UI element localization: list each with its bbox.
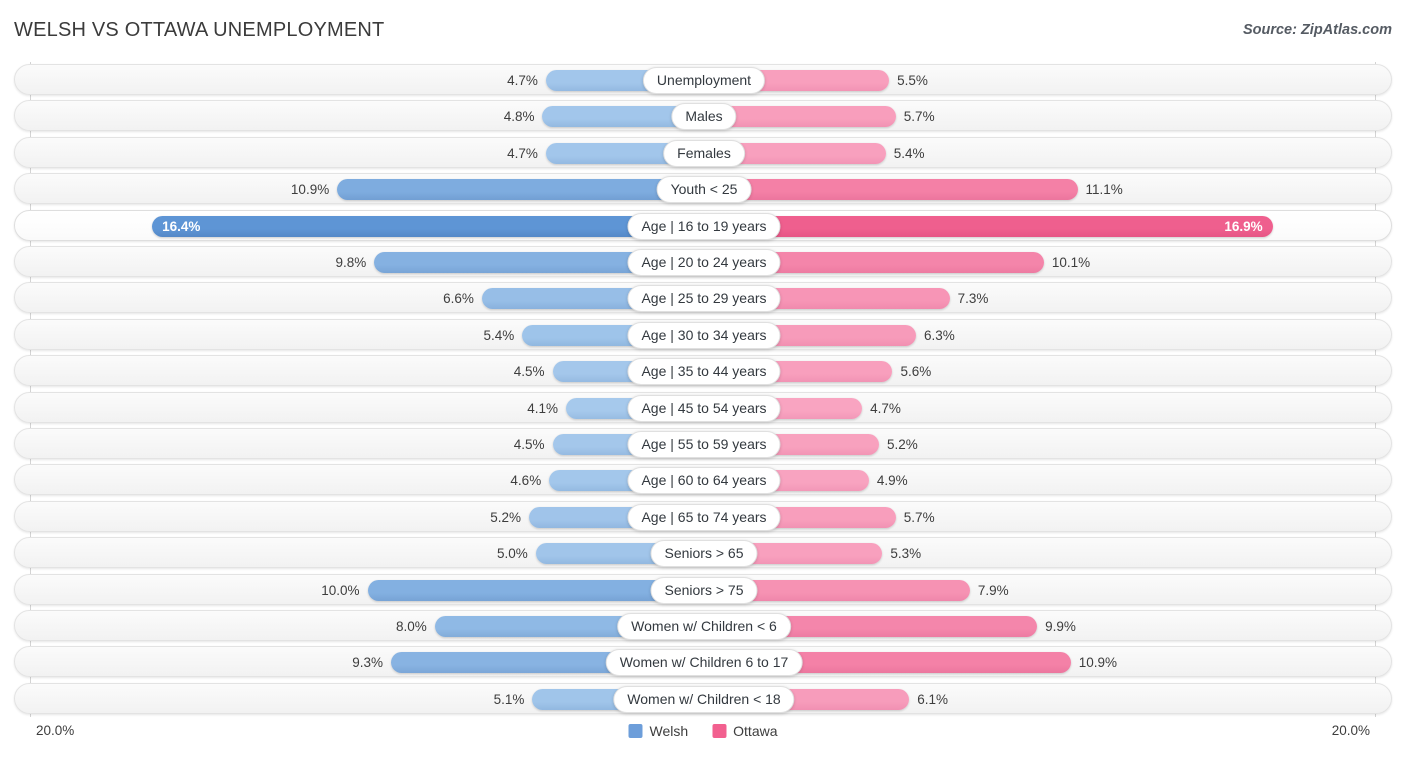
category-label[interactable]: Females [663,139,745,167]
category-label[interactable]: Age | 35 to 44 years [627,358,781,386]
legend-swatch-icon [712,724,727,738]
bar-welsh[interactable] [152,215,704,237]
bar-value-welsh: 4.5% [513,364,545,380]
table-row[interactable]: 4.5% 5.6% Age | 35 to 44 years [14,355,1392,387]
category-label[interactable]: Seniors > 65 [650,540,758,568]
category-label[interactable]: Women w/ Children < 6 [617,613,791,640]
table-row[interactable]: 16.4% 16.9% Age | 16 to 19 years [14,209,1392,241]
table-row[interactable]: 5.2% 5.7% Age | 65 to 74 years [14,500,1392,532]
category-label[interactable]: Males [671,103,737,131]
bar-value-welsh: 10.0% [321,582,360,598]
category-label[interactable]: Women w/ Children 6 to 17 [605,649,803,677]
bar-value-welsh: 5.2% [490,509,522,525]
bar-value-welsh: 9.8% [335,255,367,270]
bar-value-ottawa: 10.1% [1051,255,1091,270]
category-label[interactable]: Age | 20 to 24 years [627,249,781,276]
bar-value-ottawa: 4.7% [870,400,901,416]
bar-value-ottawa: 10.9% [1078,655,1118,671]
bar-value-welsh: 4.8% [503,109,535,125]
bar-value-welsh: 16.4% [162,218,201,234]
bar-value-ottawa: 5.5% [897,73,928,88]
bar-value-welsh: 5.4% [483,327,515,343]
table-row[interactable]: 5.1% 6.1% Women w/ Children < 18 [14,682,1392,714]
table-row[interactable]: 6.6% 7.3% Age | 25 to 29 years [14,282,1392,314]
legend-label: Welsh [649,723,689,739]
source-attribution: Source: ZipAtlas.com [1242,22,1392,38]
page-title: WELSH VS OTTAWA UNEMPLOYMENT [14,19,385,41]
category-label[interactable]: Age | 65 to 74 years [627,503,781,531]
bar-value-ottawa: 9.9% [1045,619,1076,634]
table-row[interactable]: 9.3% 10.9% Women w/ Children 6 to 17 [14,646,1392,678]
chart-root: WELSH VS OTTAWA UNEMPLOYMENT Source: Zip… [0,0,1406,757]
table-row[interactable]: 4.7% 5.4% Females [14,136,1392,168]
bar-value-ottawa: 5.7% [903,109,935,125]
legend-label: Ottawa [733,723,778,739]
bar-value-ottawa: 16.9% [1224,218,1263,234]
bar-value-welsh: 4.5% [513,437,545,452]
bar-value-ottawa: 6.3% [923,327,955,343]
category-label[interactable]: Youth < 25 [656,176,752,204]
table-row[interactable]: 4.6% 4.9% Age | 60 to 64 years [14,464,1392,496]
bar-value-ottawa: 5.7% [903,509,935,525]
table-row[interactable]: 8.0% 9.9% Women w/ Children < 6 [14,610,1392,641]
category-label[interactable]: Age | 55 to 59 years [627,431,781,458]
axis-label-left: 20.0% [36,723,75,738]
bar-value-welsh: 5.1% [493,691,525,707]
bar-value-ottawa: 5.6% [900,364,932,380]
bar-value-ottawa: 5.4% [893,145,925,161]
table-row[interactable]: 4.8% 5.7% Males [14,100,1392,132]
bar-value-ottawa: 6.1% [917,691,949,707]
bar-value-ottawa: 5.3% [890,546,922,562]
table-row[interactable]: 5.4% 6.3% Age | 30 to 34 years [14,318,1392,350]
category-label[interactable]: Women w/ Children < 18 [613,685,795,713]
bar-value-welsh: 4.7% [507,145,538,161]
bar-value-welsh: 4.1% [527,400,559,416]
legend-item-ottawa[interactable]: Ottawa [712,723,778,739]
bar-value-ottawa: 11.1% [1085,182,1123,198]
chart-legend: Welsh Ottawa [628,723,778,739]
axis-label-right: 20.0% [1331,723,1370,738]
plot-area: 4.7% 5.5% Unemployment 4.8% 5.7% Males 4.7% 5.4… [14,62,1392,717]
table-row[interactable]: 4.1% 4.7% Age | 45 to 54 years [14,391,1392,423]
table-row[interactable]: 10.0% 7.9% Seniors > 75 [14,573,1392,605]
bar-value-ottawa: 5.2% [886,437,918,452]
category-label[interactable]: Age | 25 to 29 years [627,285,781,313]
bar-value-welsh: 4.7% [507,73,538,88]
bar-value-welsh: 6.6% [443,291,474,307]
bar-value-ottawa: 7.3% [957,291,989,307]
category-label[interactable]: Age | 16 to 19 years [627,212,781,240]
table-row[interactable]: 4.5% 5.2% Age | 55 to 59 years [14,428,1392,459]
table-row[interactable]: 10.9% 11.1% Youth < 25 [14,173,1392,205]
category-label[interactable]: Unemployment [642,67,766,94]
category-label[interactable]: Age | 45 to 54 years [627,394,781,422]
bar-rows-container: 4.7% 5.5% Unemployment 4.8% 5.7% Males 4.7% 5.4… [14,62,1392,717]
category-label[interactable]: Age | 60 to 64 years [627,467,781,495]
bar-value-welsh: 10.9% [290,182,330,198]
bar-welsh[interactable] [337,179,704,201]
table-row[interactable]: 4.7% 5.5% Unemployment [14,64,1392,95]
bar-value-welsh: 8.0% [396,619,427,634]
bar-value-welsh: 5.0% [496,546,528,562]
bar-value-welsh: 4.6% [510,473,542,489]
legend-item-welsh[interactable]: Welsh [628,723,688,739]
legend-swatch-icon [628,724,643,738]
table-row[interactable]: 5.0% 5.3% Seniors > 65 [14,537,1392,569]
table-row[interactable]: 9.8% 10.1% Age | 20 to 24 years [14,246,1392,277]
bar-value-welsh: 9.3% [352,655,384,671]
bar-value-ottawa: 4.9% [876,473,908,489]
category-label[interactable]: Seniors > 75 [650,576,758,604]
bar-ottawa[interactable] [704,215,1273,237]
category-label[interactable]: Age | 30 to 34 years [627,321,781,349]
bar-ottawa[interactable] [704,179,1078,201]
bar-value-ottawa: 7.9% [977,582,1009,598]
